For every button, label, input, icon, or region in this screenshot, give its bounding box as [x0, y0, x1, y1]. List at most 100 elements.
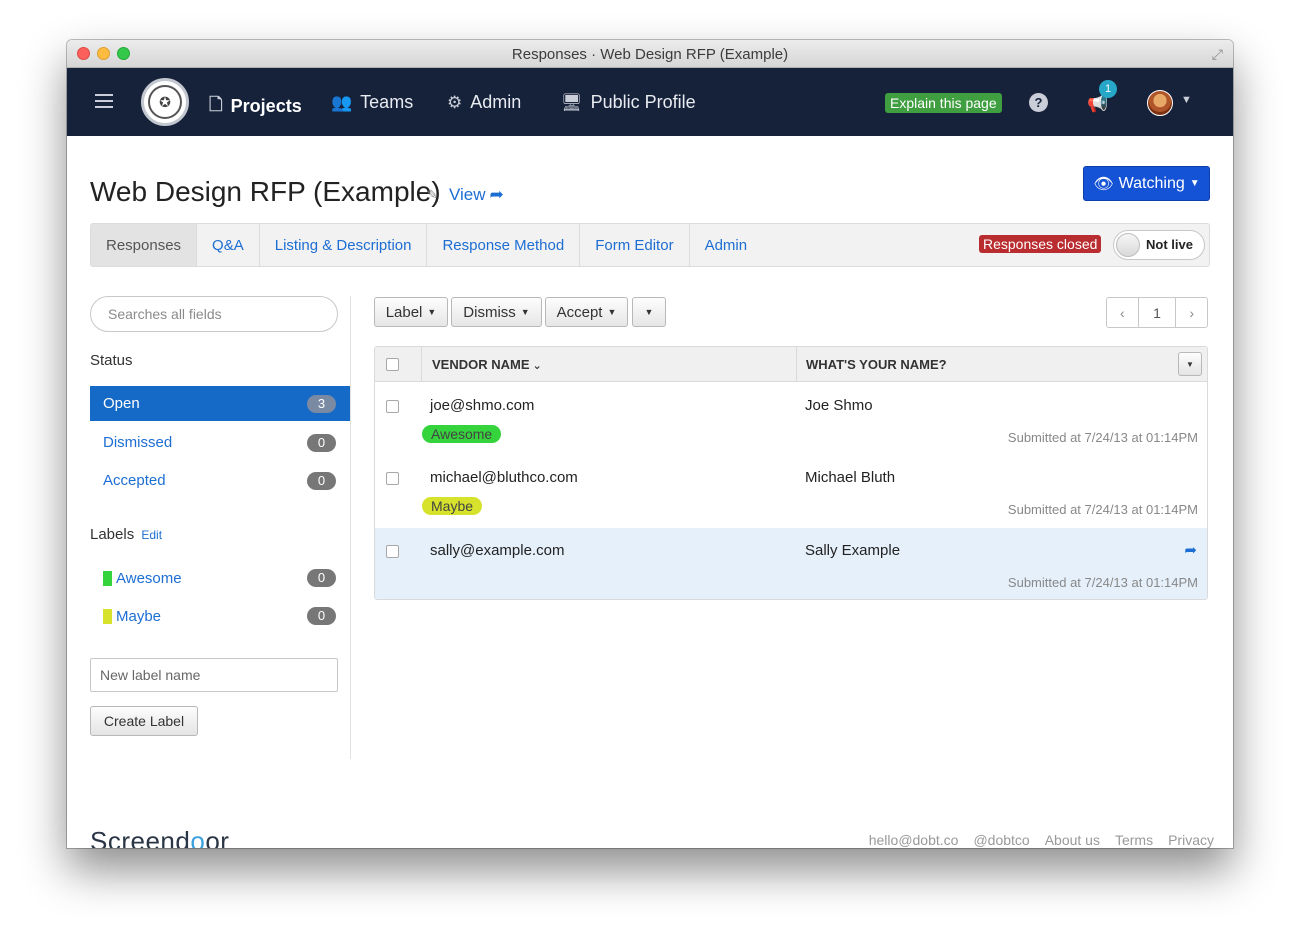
nav-projects-label: Projects [230, 96, 302, 116]
select-all-checkbox[interactable] [386, 358, 399, 371]
table-row[interactable]: michael@bluthco.com Michael Bluth Maybe … [375, 455, 1207, 527]
responses-closed-badge: Responses closed [979, 235, 1102, 253]
accept-dropdown-button[interactable]: Accept ▼ [545, 297, 628, 327]
caret-down-icon: ▼ [520, 307, 530, 317]
nav-admin-label: Admin [470, 92, 522, 112]
more-actions-button[interactable]: ▼ [632, 297, 666, 327]
gear-icon: ⚙ [447, 92, 463, 112]
column-options-button[interactable]: ▼ [1178, 352, 1202, 376]
respondent-name: Michael Bluth [805, 469, 896, 486]
view-link-label: View [449, 185, 486, 204]
current-page[interactable]: 1 [1137, 298, 1176, 327]
live-toggle[interactable]: Not live [1113, 230, 1205, 260]
hamburger-menu-icon[interactable] [95, 94, 113, 112]
caret-down-icon: ▼ [607, 307, 617, 317]
caret-down-icon[interactable]: ▼ [1181, 94, 1192, 106]
dismiss-dropdown-button[interactable]: Dismiss ▼ [451, 297, 542, 327]
label-color-swatch [103, 608, 112, 624]
tab-response-method[interactable]: Response Method [427, 224, 581, 266]
pencil-icon[interactable]: ✎ [427, 187, 438, 203]
tab-admin[interactable]: Admin [690, 224, 763, 266]
column-your-name[interactable]: WHAT'S YOUR NAME? [806, 357, 947, 372]
vendor-email[interactable]: sally@example.com [430, 542, 564, 559]
row-checkbox[interactable] [386, 400, 399, 413]
row-checkbox[interactable] [386, 472, 399, 485]
fullscreen-icon[interactable]: ⤢ [1212, 46, 1223, 63]
prev-page-button[interactable]: ‹ [1107, 298, 1138, 327]
page-title: Web Design RFP (Example) [90, 176, 441, 207]
label-maybe[interactable]: Maybe 0 [103, 601, 350, 631]
tab-responses[interactable]: Responses [91, 224, 198, 266]
footer-link-terms[interactable]: Terms [1115, 832, 1153, 848]
respondent-name: Joe Shmo [805, 397, 873, 414]
screendoor-logo[interactable]: Screendoor [90, 826, 229, 848]
nav-projects[interactable]: 🗋 Projects [209, 92, 302, 121]
explain-page-button[interactable]: Explain this page [885, 93, 1002, 113]
watching-button[interactable]: 👁 Watching ▼ [1083, 166, 1210, 201]
row-checkbox[interactable] [386, 545, 399, 558]
caret-down-icon: ▼ [1189, 178, 1200, 189]
view-link[interactable]: View ➦ [449, 185, 504, 205]
team-icon: 👥 [331, 92, 353, 112]
nav-admin[interactable]: ⚙ Admin [447, 92, 521, 113]
pagination: ‹ 1 › [1106, 297, 1208, 328]
submitted-at: Submitted at 7/24/13 at 01:14PM [1007, 502, 1198, 517]
label-dropdown-button[interactable]: Label ▼ [374, 297, 448, 327]
status-dismissed[interactable]: Dismissed 0 [90, 425, 350, 460]
file-icon: 🗋 [209, 95, 223, 114]
chevron-right-icon: › [1189, 304, 1195, 321]
status-accepted-count: 0 [307, 472, 336, 490]
tab-form-editor[interactable]: Form Editor [580, 224, 690, 266]
edit-labels-link[interactable]: Edit [141, 528, 162, 542]
nav-public-profile-label: Public Profile [590, 92, 696, 112]
table-row[interactable]: joe@shmo.com Joe Shmo Awesome Submitted … [375, 383, 1207, 455]
create-label-button[interactable]: Create Label [90, 706, 198, 736]
status-dismissed-label: Dismissed [103, 434, 173, 451]
footer-link-email[interactable]: hello@dobt.co [869, 832, 959, 848]
help-icon[interactable]: ? [1029, 93, 1048, 112]
label-tag: Maybe [422, 497, 483, 515]
footer-link-about[interactable]: About us [1045, 832, 1100, 848]
footer-link-twitter[interactable]: @dobtco [973, 832, 1029, 848]
status-heading: Status [90, 352, 133, 369]
column-vendor-label: VENDOR NAME [432, 357, 530, 372]
live-toggle-label: Not live [1146, 237, 1193, 252]
responses-table: VENDOR NAME ⌄ WHAT'S YOUR NAME? ▼ joe@shm… [374, 346, 1208, 600]
brand-text-start: Screend [90, 826, 191, 848]
new-label-input[interactable] [90, 658, 338, 692]
search-input[interactable] [90, 296, 338, 332]
app-window: Responses · Web Design RFP (Example) ⤢ ✪… [67, 40, 1233, 848]
vendor-email[interactable]: joe@shmo.com [430, 397, 534, 414]
tab-listing-description[interactable]: Listing & Description [260, 224, 428, 266]
respondent-name: Sally Example [805, 542, 901, 559]
window-title: Responses · Web Design RFP (Example) [511, 46, 789, 63]
label-tag: Awesome [422, 425, 502, 443]
top-navbar: ✪ 🗋 Projects 👥 Teams ⚙ Admin 🖥 Public Pr… [67, 68, 1233, 136]
label-awesome-name: Awesome [116, 569, 182, 587]
label-maybe-count: 0 [307, 607, 336, 625]
status-open[interactable]: Open 3 [90, 386, 350, 421]
next-page-button[interactable]: › [1175, 298, 1207, 327]
footer-link-privacy[interactable]: Privacy [1168, 832, 1214, 848]
table-row[interactable]: sally@example.com Sally Example ➦ Submit… [375, 528, 1207, 599]
brand-text-end: or [205, 826, 230, 848]
column-vendor-name[interactable]: VENDOR NAME ⌄ [432, 357, 542, 372]
caret-down-icon: ▼ [427, 307, 437, 317]
status-open-count: 3 [307, 395, 336, 413]
dismiss-button-text: Dismiss [463, 303, 516, 321]
nav-teams[interactable]: 👥 Teams [331, 92, 413, 113]
tab-qa[interactable]: Q&A [197, 224, 260, 266]
toggle-knob[interactable] [1116, 233, 1140, 257]
footer-links: hello@dobt.co @dobtco About us Terms Pri… [869, 832, 1214, 848]
nav-public-profile[interactable]: 🖥 Public Profile [561, 92, 696, 113]
agency-seal-logo[interactable]: ✪ [141, 78, 189, 126]
share-icon[interactable]: ➦ [1184, 541, 1197, 559]
vendor-email[interactable]: michael@bluthco.com [430, 469, 578, 486]
watching-label: Watching [1118, 174, 1185, 192]
user-avatar[interactable] [1147, 90, 1173, 116]
label-awesome-count: 0 [307, 569, 336, 587]
monitor-icon: 🖥 [561, 92, 583, 112]
label-maybe-name: Maybe [116, 607, 162, 625]
status-accepted[interactable]: Accepted 0 [90, 463, 350, 498]
label-awesome[interactable]: Awesome 0 [103, 563, 350, 593]
